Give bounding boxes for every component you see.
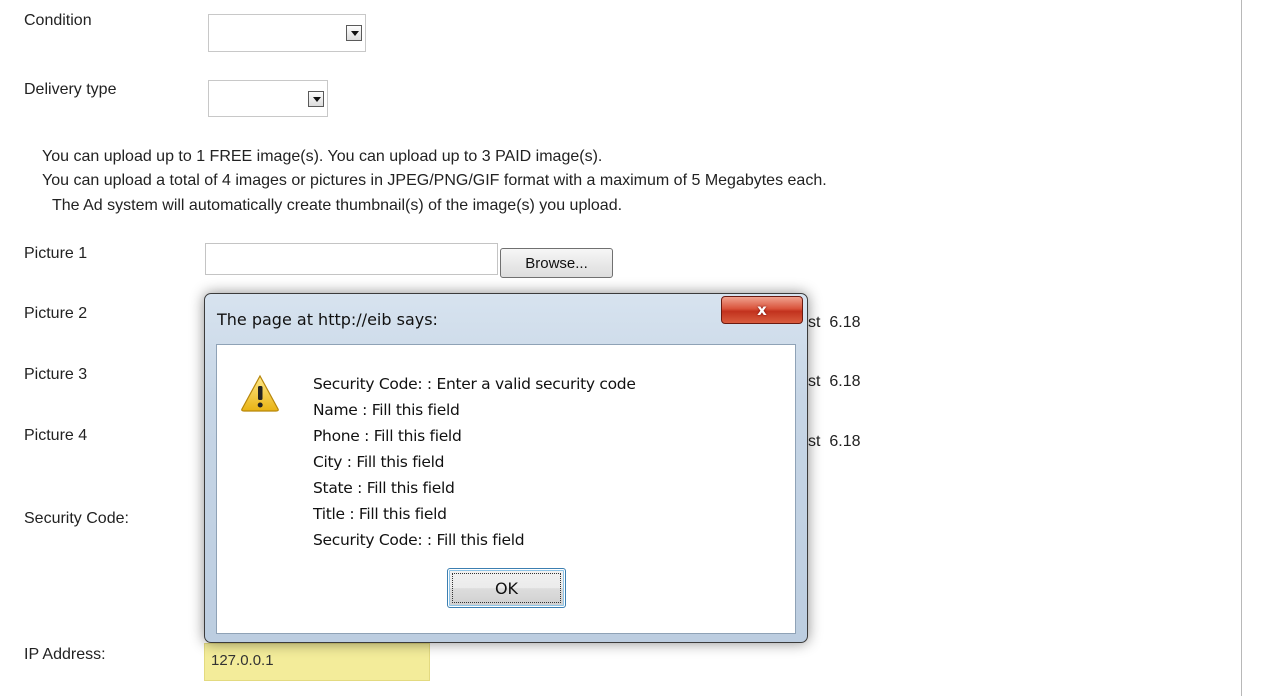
picture-3-label: Picture 3	[24, 366, 88, 383]
chevron-down-icon[interactable]	[346, 25, 362, 41]
close-icon[interactable]: x	[757, 301, 767, 319]
picture-4-label: Picture 4	[24, 427, 88, 444]
upload-info-line: You can upload a total of 4 images or pi…	[42, 172, 827, 189]
picture-2-label: Picture 2	[24, 305, 88, 322]
condition-label: Condition	[24, 12, 92, 29]
message-line: Phone : Fill this field	[313, 427, 462, 445]
close-button[interactable]: x	[721, 296, 803, 324]
condition-select[interactable]	[208, 14, 366, 52]
message-line: City : Fill this field	[313, 453, 445, 471]
cost-value: 6.18	[829, 373, 861, 390]
cost-value: 6.18	[829, 314, 861, 331]
picture-4-cost: st 6.18	[808, 433, 860, 451]
warning-icon	[241, 374, 279, 412]
cost-prefix: st	[808, 314, 821, 331]
alert-dialog: The page at http://eib says: x Security …	[204, 293, 808, 643]
dialog-body: Security Code: : Enter a valid security …	[216, 344, 796, 634]
picture-1-file-input[interactable]	[205, 243, 498, 275]
security-code-label: Security Code:	[24, 510, 129, 527]
picture-2-cost: st 6.18	[808, 314, 860, 332]
upload-info-line: You can upload up to 1 FREE image(s). Yo…	[42, 148, 603, 165]
cost-prefix: st	[808, 373, 821, 390]
ip-address-field: 127.0.0.1	[204, 643, 430, 681]
upload-info-line: The Ad system will automatically create …	[52, 197, 623, 214]
delivery-type-select[interactable]	[208, 80, 328, 117]
picture-1-browse-button[interactable]: Browse...	[500, 248, 613, 278]
message-line: Security Code: : Enter a valid security …	[313, 375, 636, 393]
delivery-type-label: Delivery type	[24, 81, 117, 98]
picture-1-label: Picture 1	[24, 245, 88, 262]
page-right-border	[1241, 0, 1242, 696]
chevron-down-icon[interactable]	[308, 90, 324, 107]
message-line: Title : Fill this field	[313, 505, 447, 523]
ip-address-label: IP Address:	[24, 646, 106, 663]
message-line: State : Fill this field	[313, 479, 455, 497]
focus-ring	[452, 573, 561, 603]
picture-3-cost: st 6.18	[808, 373, 860, 391]
dialog-message: Security Code: : Enter a valid security …	[313, 371, 636, 553]
ok-button[interactable]: OK	[447, 568, 566, 608]
message-line: Name : Fill this field	[313, 401, 460, 419]
message-line: Security Code: : Fill this field	[313, 531, 525, 549]
cost-value: 6.18	[829, 433, 861, 450]
dialog-title: The page at http://eib says:	[217, 310, 438, 329]
cost-prefix: st	[808, 433, 821, 450]
